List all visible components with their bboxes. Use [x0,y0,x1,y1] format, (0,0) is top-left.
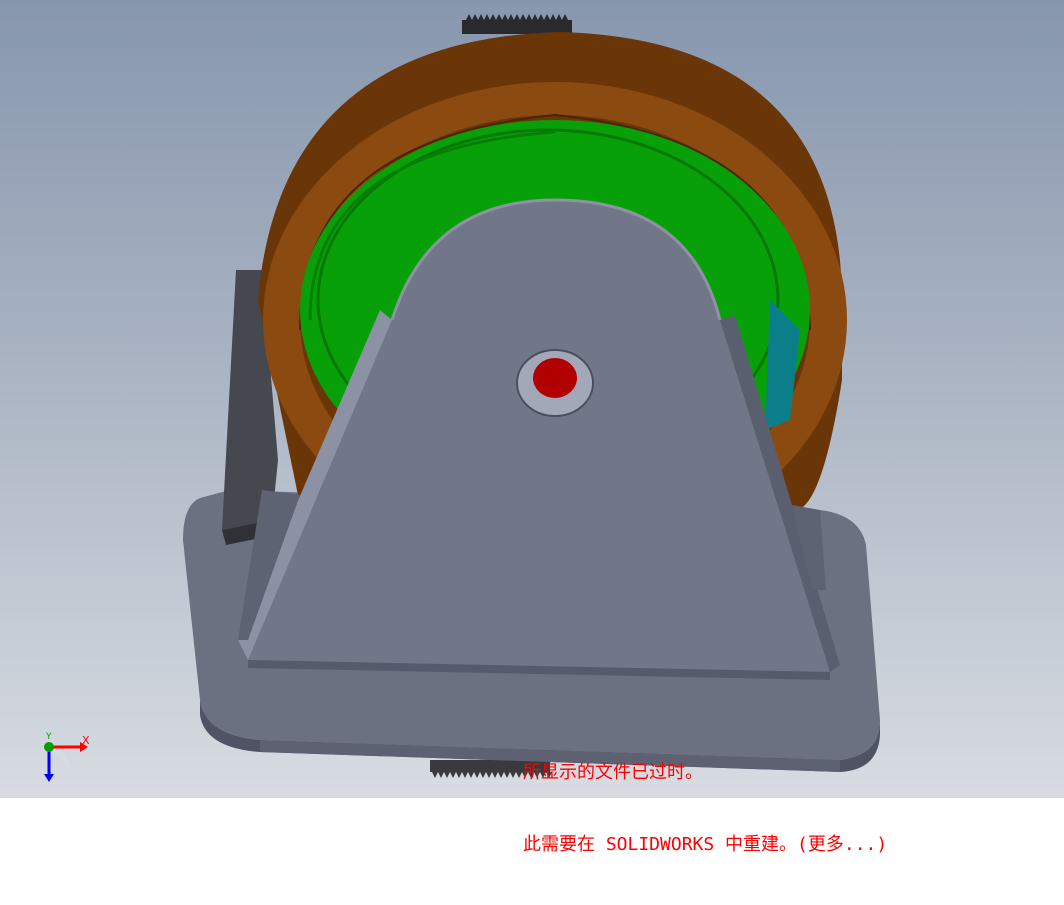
graphics-viewport[interactable]: 所显示的文件已过时。 此需要在 SOLIDWORKS 中重建。(更多...) X… [0,0,1064,855]
triad-origin [44,742,54,752]
axle[interactable] [516,349,594,417]
orientation-triad: X Y [44,732,90,782]
warning-line-rebuild-more-link[interactable]: 此需要在 SOLIDWORKS 中重建。(更多...) [523,833,887,857]
triad-y-label: Y [45,732,52,742]
rebuild-warning: 所显示的文件已过时。 此需要在 SOLIDWORKS 中重建。(更多...) [523,713,887,905]
top-gear-teeth [462,14,572,34]
warning-line-outdated: 所显示的文件已过时。 [523,762,703,783]
caster-wheel-model[interactable] [0,0,1064,798]
triad-x-label: X [82,734,90,747]
